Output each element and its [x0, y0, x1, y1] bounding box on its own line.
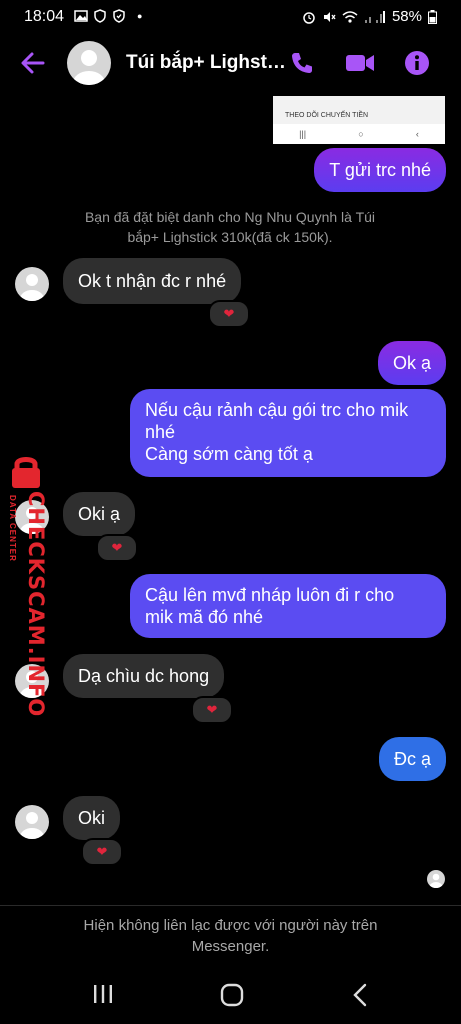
message-incoming[interactable]: Dạ chìu dc hong	[63, 654, 225, 698]
status-time: 18:04	[24, 8, 65, 25]
back-icon[interactable]	[352, 983, 368, 1007]
video-call-icon[interactable]	[345, 50, 375, 76]
default-avatar-icon	[73, 50, 105, 85]
status-bar: 18:04 ● 58%	[0, 0, 461, 34]
sender-avatar[interactable]	[15, 267, 49, 301]
shield-icon	[94, 9, 106, 23]
notification-dot-icon: ●	[137, 11, 143, 21]
message-text: Dạ chìu dc hong	[78, 666, 210, 686]
unavailable-notice-line: Hiện không liên lạc được với người này t…	[83, 917, 378, 934]
unavailable-notice-line: Messenger.	[191, 938, 270, 955]
recent-apps-icon[interactable]	[92, 984, 114, 1004]
battery-percent: 58%	[391, 8, 422, 25]
heart-icon: ❤	[96, 844, 108, 859]
status-right-icons: 58%	[302, 8, 437, 25]
checkscam-watermark: DATA CENTER CHECKSCAM.INFO	[0, 455, 52, 717]
footer-divider	[0, 905, 461, 906]
message-text-line: nhé	[145, 422, 176, 442]
contact-avatar[interactable]	[67, 41, 111, 85]
status-left-icons: ●	[74, 9, 142, 23]
heart-reaction[interactable]: ❤	[81, 838, 123, 866]
back-arrow-icon[interactable]	[20, 50, 46, 76]
home-icon[interactable]	[220, 983, 244, 1007]
sender-avatar[interactable]	[15, 805, 49, 839]
watermark-subtitle: DATA CENTER	[8, 495, 17, 562]
heart-icon: ❤	[111, 540, 123, 555]
message-text: Oki	[78, 808, 105, 828]
message-text: Ok ạ	[392, 353, 431, 373]
info-icon[interactable]	[404, 50, 430, 76]
heart-icon: ❤	[223, 306, 235, 321]
heart-reaction[interactable]: ❤	[191, 696, 233, 724]
battery-icon	[428, 9, 437, 24]
system-navigation-bar	[0, 970, 461, 1024]
message-outgoing[interactable]: Ok ạ	[377, 341, 446, 385]
message-text-line: Nếu cậu rảnh cậu gói trc cho mik	[145, 400, 409, 420]
message-outgoing[interactable]: T gửi trc nhé	[314, 148, 446, 192]
mute-icon	[323, 11, 336, 22]
alarm-icon	[303, 11, 315, 24]
message-outgoing[interactable]: Nếu cậu rảnh cậu gói trc cho mik nhé Càn…	[130, 389, 446, 477]
shield-check-icon	[113, 9, 125, 23]
chat-header: Túi bắp+ Lighst…	[0, 34, 461, 94]
phone-call-icon[interactable]	[289, 50, 315, 76]
message-incoming[interactable]: Oki	[63, 796, 120, 840]
home-icon: ○	[358, 129, 364, 139]
message-text: Oki ạ	[78, 504, 121, 524]
shared-image-caption: THEO DÕI CHUYẾN TIỀN	[285, 112, 369, 119]
watermark-brand: CHECKSCAM.INFO	[24, 491, 48, 718]
unavailable-notice: Hiện không liên lạc được với người này t…	[50, 915, 411, 957]
message-text: Ok t nhận đc r nhé	[78, 271, 227, 291]
wifi-icon	[342, 10, 358, 23]
contact-name[interactable]: Túi bắp+ Lighst…	[126, 52, 286, 74]
default-avatar-icon	[429, 873, 443, 888]
message-text: T gửi trc nhé	[329, 160, 431, 180]
lock-icon	[12, 457, 40, 488]
recent-apps-icon: |||	[299, 129, 307, 139]
message-text-line: mik mã đó nhé	[145, 607, 264, 627]
back-icon: ‹	[415, 129, 419, 139]
message-incoming[interactable]: Ok t nhận đc r nhé	[63, 258, 242, 304]
message-text-line: Càng sớm càng tốt ạ	[145, 444, 313, 464]
system-nickname-notice: Bạn đã đặt biệt danh cho Ng Nhu Quynh là…	[84, 209, 376, 245]
default-avatar-icon	[20, 812, 44, 839]
gallery-icon	[74, 10, 88, 22]
heart-reaction[interactable]: ❤	[208, 300, 250, 328]
seen-receipt-avatar	[427, 870, 445, 888]
message-incoming[interactable]: Oki ạ	[63, 492, 136, 536]
shared-image-attachment[interactable]: THEO DÕI CHUYẾN TIỀN ||| ○ ‹	[273, 96, 445, 144]
heart-reaction[interactable]: ❤	[96, 534, 138, 562]
message-outgoing[interactable]: Cậu lên mvđ nháp luôn đi r cho mik mã đó…	[130, 574, 446, 638]
shared-image-navbar: ||| ○ ‹	[273, 124, 445, 144]
heart-icon: ❤	[206, 702, 218, 717]
message-text: Đc ạ	[393, 749, 431, 769]
message-text-line: Cậu lên mvđ nháp luôn đi r cho	[145, 585, 395, 605]
default-avatar-icon	[20, 274, 44, 301]
signal-icon	[364, 10, 385, 23]
message-outgoing[interactable]: Đc ạ	[378, 737, 446, 781]
